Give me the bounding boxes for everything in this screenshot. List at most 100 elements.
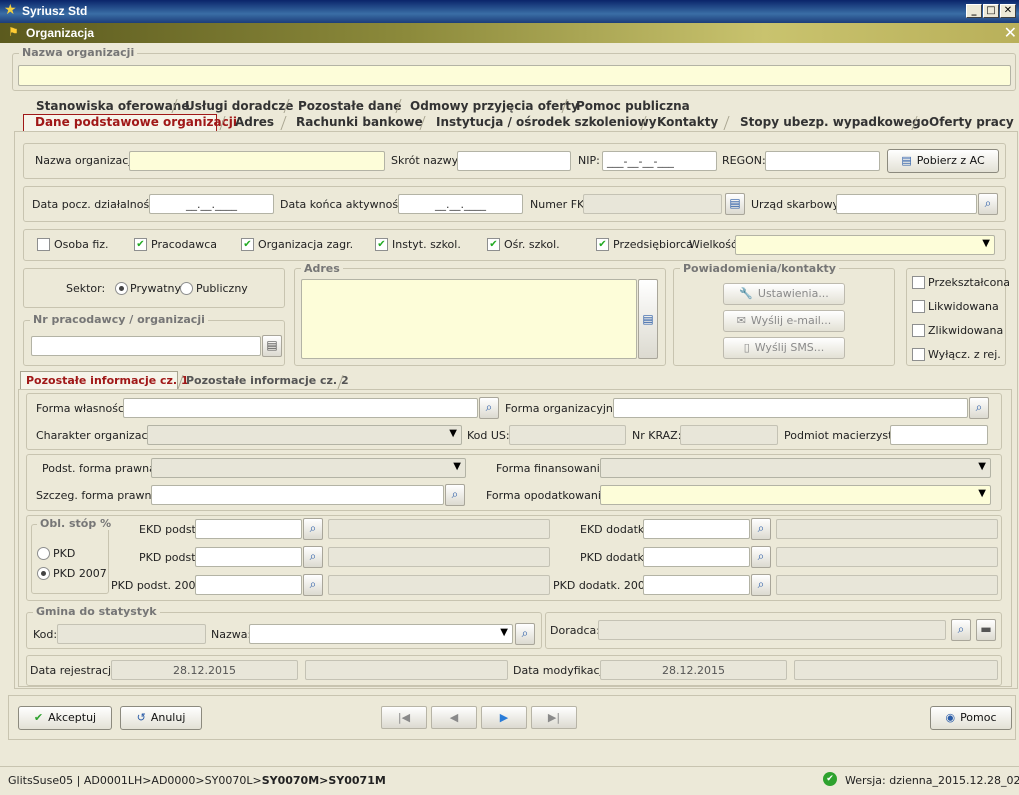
tab-separator bbox=[723, 116, 730, 130]
financing-select[interactable]: ▼ bbox=[600, 458, 991, 478]
detail-legal-form-input[interactable] bbox=[151, 485, 444, 505]
tab-stanowiska[interactable]: Stanowiska oferowane bbox=[36, 99, 190, 113]
minimize-button[interactable]: _ bbox=[966, 4, 982, 18]
tab-instytucja[interactable]: Instytucja / ośrodek szkoleniowy bbox=[436, 115, 657, 129]
checkbox-przeksztalcona[interactable] bbox=[912, 276, 925, 289]
tab-dane-podstawowe[interactable]: Dane podstawowe organizacji bbox=[35, 115, 237, 129]
start-date-label: Data pocz. działalności: bbox=[32, 198, 163, 211]
org-name-input[interactable] bbox=[129, 151, 385, 171]
ownership-input[interactable] bbox=[123, 398, 478, 418]
radio-label: PKD 2007 bbox=[53, 567, 107, 580]
send-email-button[interactable]: ✉ Wyślij e-mail... bbox=[723, 310, 845, 332]
short-name-input[interactable] bbox=[457, 151, 571, 171]
previous-record-button[interactable]: ◀ bbox=[431, 706, 477, 729]
dialog-title: Organizacja bbox=[26, 26, 95, 40]
pkd-basic-2007-description bbox=[328, 575, 550, 595]
tab-rachunki[interactable]: Rachunki bankowe bbox=[296, 115, 423, 129]
search-icon: ⌕ bbox=[309, 549, 317, 563]
fetch-from-ac-button[interactable]: ▤ Pobierz z AC bbox=[887, 149, 999, 173]
radio-pkd-2007[interactable] bbox=[37, 567, 50, 580]
employer-number-button[interactable]: ▤ bbox=[262, 335, 282, 357]
address-textarea[interactable] bbox=[301, 279, 637, 359]
help-button[interactable]: ◉ Pomoc bbox=[930, 706, 1012, 730]
radio-prywatny[interactable] bbox=[115, 282, 128, 295]
pkd-basic-2007-search-button[interactable]: ⌕ bbox=[303, 574, 323, 596]
tab-odmowy[interactable]: Odmowy przyjęcia oferty bbox=[410, 99, 579, 113]
send-sms-button[interactable]: ▯ Wyślij SMS... bbox=[723, 337, 845, 359]
checkbox-instyt-szkol[interactable]: ✔ bbox=[375, 238, 388, 251]
pkd-extra-input[interactable] bbox=[643, 547, 750, 567]
address-edit-button[interactable]: ▤ bbox=[638, 279, 658, 359]
last-record-button[interactable]: ▶| bbox=[531, 706, 577, 729]
first-record-button[interactable]: |◀ bbox=[381, 706, 427, 729]
parent-entity-input[interactable] bbox=[890, 425, 988, 445]
pkd-extra-2007-input[interactable] bbox=[643, 575, 750, 595]
checkbox-organizacja-zagr[interactable]: ✔ bbox=[241, 238, 254, 251]
radio-publiczny[interactable] bbox=[180, 282, 193, 295]
ekd-basic-input[interactable] bbox=[195, 519, 302, 539]
advisor-clear-button[interactable]: ▬ bbox=[976, 619, 996, 641]
ekd-extra-input[interactable] bbox=[643, 519, 750, 539]
pkd-basic-label: PKD podst. bbox=[139, 551, 200, 564]
sector-label: Sektor: bbox=[66, 282, 106, 295]
org-form-input[interactable] bbox=[613, 398, 968, 418]
maximize-button[interactable]: □ bbox=[983, 4, 999, 18]
regon-input[interactable] bbox=[765, 151, 880, 171]
document-icon: ▤ bbox=[642, 312, 654, 326]
start-date-input[interactable]: __.__.____ bbox=[149, 194, 274, 214]
pkd-basic-2007-input[interactable] bbox=[195, 575, 302, 595]
commune-search-button[interactable]: ⌕ bbox=[515, 623, 535, 645]
checkbox-przedsiebiorca[interactable]: ✔ bbox=[596, 238, 609, 251]
pkd-extra-2007-search-button[interactable]: ⌕ bbox=[751, 574, 771, 596]
checkbox-likwidowana[interactable] bbox=[912, 300, 925, 313]
checkbox-wylacz-z-rej[interactable] bbox=[912, 348, 925, 361]
taxation-select[interactable]: ▼ bbox=[600, 485, 991, 505]
detail-legal-form-search-button[interactable]: ⌕ bbox=[445, 484, 465, 506]
checkbox-osr-szkol[interactable]: ✔ bbox=[487, 238, 500, 251]
tab-stopy[interactable]: Stopy ubezp. wypadkowego bbox=[740, 115, 929, 129]
tab-oferty-pracy[interactable]: Oferty pracy bbox=[929, 115, 1014, 129]
nip-input[interactable]: ___-__-__-___ bbox=[602, 151, 717, 171]
fk-document-button[interactable]: ▤ bbox=[725, 193, 745, 215]
tab-kontakty[interactable]: Kontakty bbox=[657, 115, 718, 129]
checkbox-zlikwidowana[interactable] bbox=[912, 324, 925, 337]
tab-adres[interactable]: Adres bbox=[235, 115, 274, 129]
tax-office-input[interactable] bbox=[836, 194, 977, 214]
pkd-extra-2007-label: PKD dodatk. 2007 bbox=[553, 579, 652, 592]
ekd-extra-search-button[interactable]: ⌕ bbox=[751, 518, 771, 540]
dialog-close-button[interactable]: ✕ bbox=[1004, 23, 1017, 42]
org-form-search-button[interactable]: ⌕ bbox=[969, 397, 989, 419]
end-date-input[interactable]: __.__.____ bbox=[398, 194, 523, 214]
checkbox-label: Osoba fiz. bbox=[54, 238, 109, 251]
window-close-button[interactable]: ✕ bbox=[1000, 4, 1016, 18]
basic-legal-form-select[interactable]: ▼ bbox=[151, 458, 466, 478]
pkd-extra-search-button[interactable]: ⌕ bbox=[751, 546, 771, 568]
character-select[interactable]: ▼ bbox=[147, 425, 462, 445]
cancel-button[interactable]: ↺ Anuluj bbox=[120, 706, 202, 730]
accept-label: Akceptuj bbox=[48, 711, 97, 724]
tax-office-search-button[interactable]: ⌕ bbox=[978, 193, 998, 215]
checkbox-osoba-fiz[interactable] bbox=[37, 238, 50, 251]
settings-button[interactable]: 🔧 Ustawienia... bbox=[723, 283, 845, 305]
next-record-button[interactable]: ▶ bbox=[481, 706, 527, 729]
pkd-basic-search-button[interactable]: ⌕ bbox=[303, 546, 323, 568]
tab-pozostale[interactable]: Pozostałe dane bbox=[298, 99, 401, 113]
accept-button[interactable]: ✔ Akceptuj bbox=[18, 706, 112, 730]
ekd-basic-search-button[interactable]: ⌕ bbox=[303, 518, 323, 540]
tab-pomoc-publiczna[interactable]: Pomoc publiczna bbox=[576, 99, 690, 113]
subtab-part1[interactable]: Pozostałe informacje cz. 1 bbox=[26, 374, 189, 387]
check-icon: ✔ bbox=[33, 711, 44, 724]
pkd-basic-input[interactable] bbox=[195, 547, 302, 567]
subtab-part2[interactable]: Pozostałe informacje cz. 2 bbox=[186, 374, 349, 387]
radio-pkd[interactable] bbox=[37, 547, 50, 560]
pkd-extra-label: PKD dodatk. bbox=[580, 551, 648, 564]
org-name-field[interactable] bbox=[18, 65, 1011, 86]
size-select[interactable]: ▼ bbox=[735, 235, 995, 255]
commune-name-select[interactable]: ▼ bbox=[249, 624, 513, 644]
advisor-search-button[interactable]: ⌕ bbox=[951, 619, 971, 641]
tab-uslugi[interactable]: Usługi doradcze bbox=[185, 99, 293, 113]
ownership-search-button[interactable]: ⌕ bbox=[479, 397, 499, 419]
ekd-basic-label: EKD podst. bbox=[139, 523, 200, 536]
checkbox-pracodawca[interactable]: ✔ bbox=[134, 238, 147, 251]
employer-number-input[interactable] bbox=[31, 336, 261, 356]
